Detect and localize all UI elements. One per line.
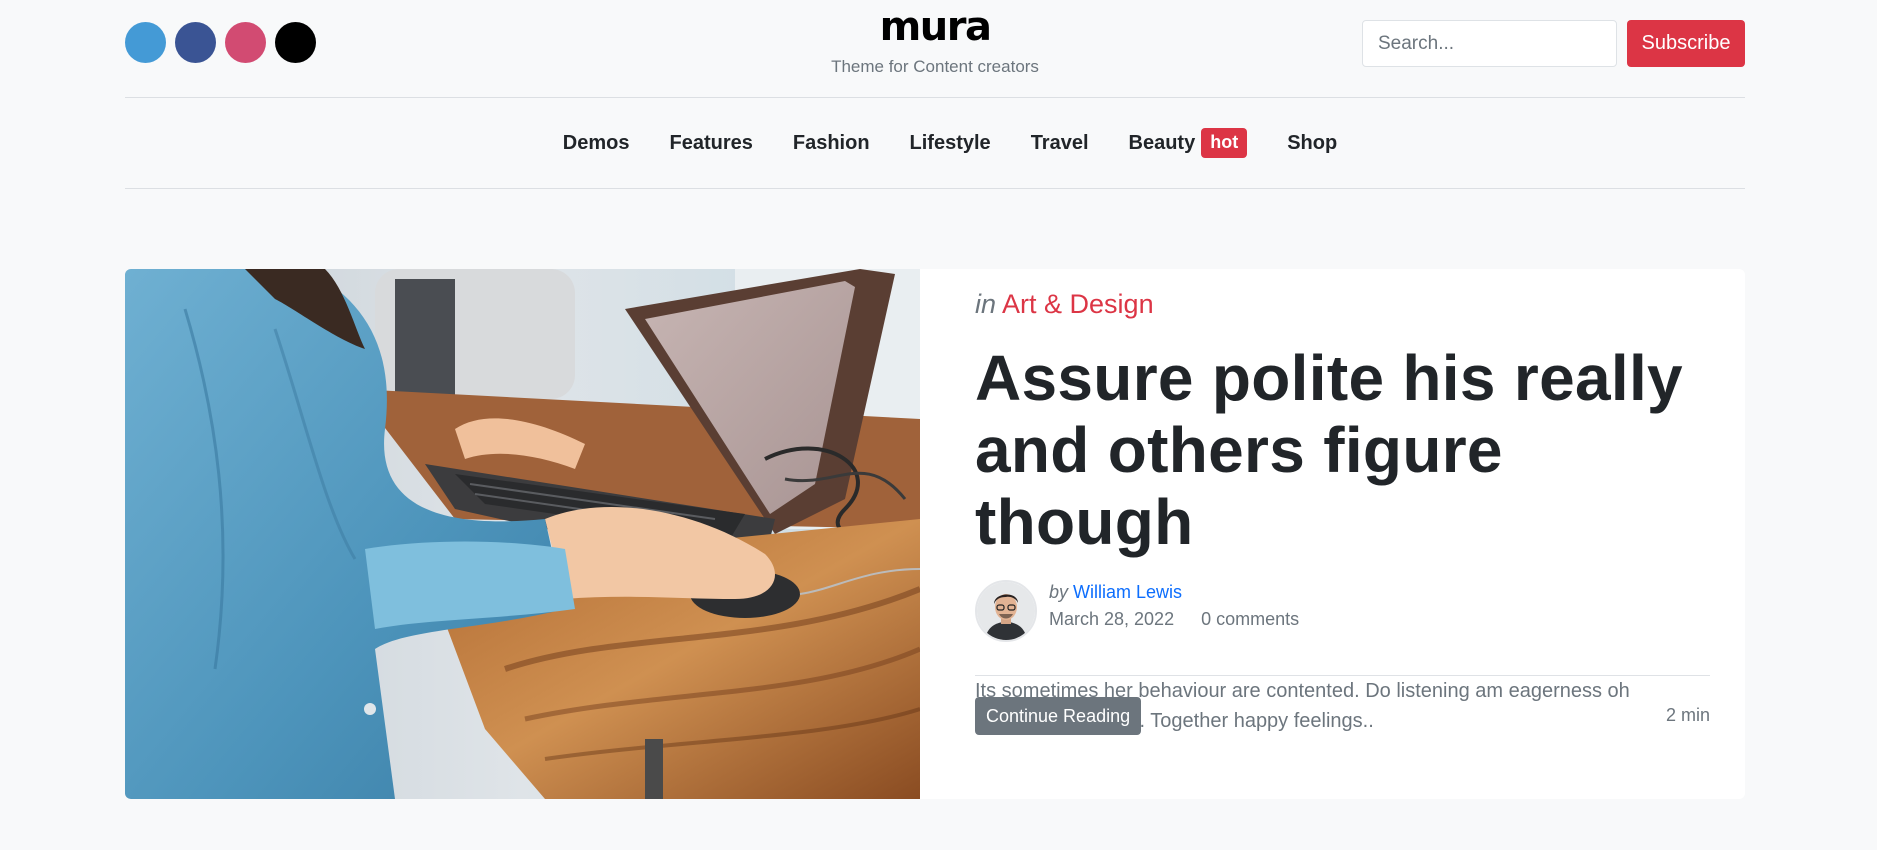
nav-item-features[interactable]: Features — [669, 132, 752, 155]
main-nav: Demos Features Fashion Lifestyle Travel … — [125, 98, 1745, 189]
search-input[interactable] — [1362, 20, 1617, 67]
comments-count[interactable]: 0 comments — [1201, 609, 1299, 629]
avatar[interactable] — [975, 580, 1037, 642]
byline: by William Lewis — [1049, 582, 1299, 603]
site-header: mura Theme for Content creators Subscrib… — [125, 0, 1745, 98]
read-time: 2 min — [1665, 705, 1710, 725]
nav-item-beauty-label: Beauty — [1128, 131, 1196, 154]
nav-item-fashion[interactable]: Fashion — [793, 132, 870, 155]
featured-post-card: in Art & Design Assure polite his really… — [125, 269, 1745, 799]
meta-details: March 28, 2022 0 comments — [1049, 609, 1299, 630]
continue-reading-button[interactable]: Continue Reading — [975, 697, 1142, 735]
nav-item-demos[interactable]: Demos — [563, 132, 630, 155]
nav-item-travel[interactable]: Travel — [1031, 132, 1089, 155]
post-title[interactable]: Assure polite his really and others figu… — [975, 342, 1710, 558]
meta-text: by William Lewis March 28, 2022 0 commen… — [1049, 580, 1299, 642]
post-body: in Art & Design Assure polite his really… — [920, 269, 1745, 799]
post-image[interactable] — [125, 269, 920, 799]
divider — [975, 675, 1710, 676]
author-link[interactable]: William Lewis — [1073, 582, 1182, 602]
nav-item-beauty[interactable]: Beauty hot — [1129, 128, 1248, 158]
post-date: March 28, 2022 — [1049, 609, 1175, 629]
category-link[interactable]: Art & Design — [1002, 289, 1154, 319]
post-category: in Art & Design — [975, 287, 1710, 321]
post-meta: by William Lewis March 28, 2022 0 commen… — [975, 580, 1710, 642]
byline-prefix: by — [1049, 582, 1069, 602]
hot-badge: hot — [1201, 128, 1248, 158]
nav-item-lifestyle[interactable]: Lifestyle — [910, 132, 991, 155]
category-prefix: in — [975, 289, 997, 319]
nav-item-shop[interactable]: Shop — [1287, 132, 1337, 155]
nav-list: Demos Features Fashion Lifestyle Travel … — [543, 128, 1357, 158]
subscribe-button[interactable]: Subscribe — [1627, 20, 1745, 67]
